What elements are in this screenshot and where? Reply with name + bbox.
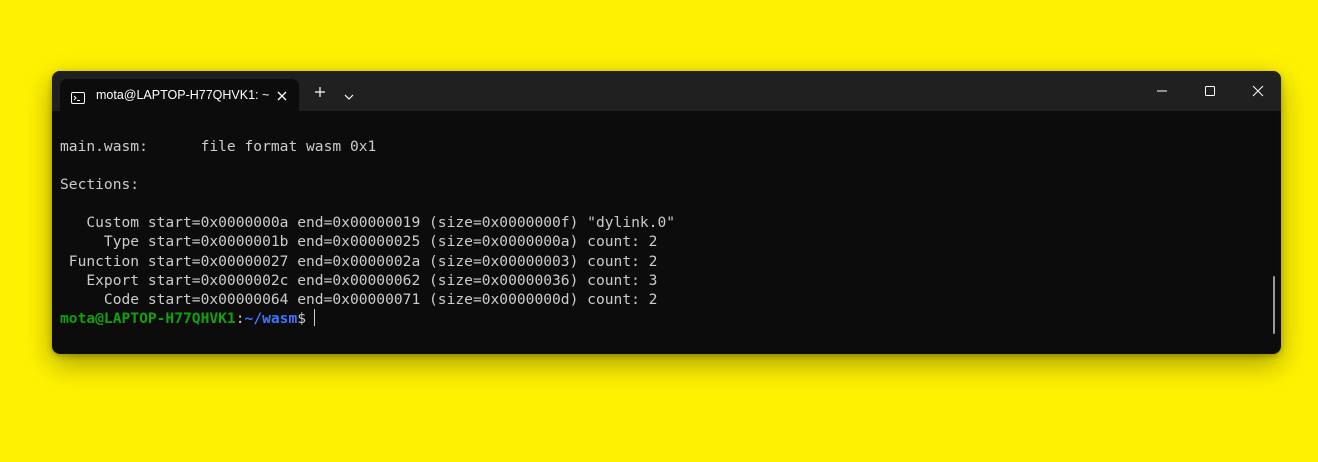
maximize-button[interactable] — [1187, 79, 1233, 103]
prompt-user-host: mota@LAPTOP-H77QHVK1 — [60, 309, 236, 327]
output-line: Custom start=0x0000000a end=0x00000019 (… — [60, 214, 676, 232]
prompt-line[interactable]: mota@LAPTOP-H77QHVK1:~/wasm$ — [60, 308, 1261, 328]
output-line: main.wasm: file format wasm 0x1 — [60, 138, 377, 155]
maximize-icon — [1205, 86, 1215, 96]
tab-title: mota@LAPTOP-H77QHVK1: ~ — [96, 88, 270, 102]
title-bar: mota@LAPTOP-H77QHVK1: ~ — [52, 71, 1281, 111]
output-line: Export start=0x0000002c end=0x00000062 (… — [60, 271, 658, 289]
plus-icon[interactable] — [312, 84, 328, 100]
prompt-path: ~/wasm — [244, 309, 298, 327]
terminal-icon — [71, 89, 85, 104]
close-button[interactable] — [1235, 79, 1281, 103]
tab-close-icon[interactable] — [275, 88, 289, 102]
minimize-button[interactable] — [1139, 79, 1185, 103]
minimize-icon — [1157, 90, 1167, 92]
terminal-output[interactable]: main.wasm: file format wasm 0x1 Sections… — [60, 137, 1261, 354]
terminal-window: mota@LAPTOP-H77QHVK1: ~ main.wasm: file … — [52, 71, 1281, 354]
output-line: Function start=0x00000027 end=0x0000002a… — [60, 252, 658, 270]
output-line: Type start=0x0000001b end=0x00000025 (si… — [60, 233, 658, 251]
output-line: Sections: — [60, 176, 140, 194]
close-icon — [1252, 85, 1264, 97]
tab-terminal[interactable]: mota@LAPTOP-H77QHVK1: ~ — [60, 79, 299, 111]
prompt-symbol: $ — [297, 309, 307, 327]
prompt-separator: : — [235, 309, 245, 327]
text-cursor — [314, 308, 316, 326]
chevron-down-icon[interactable] — [343, 87, 355, 100]
scrollbar[interactable] — [1273, 276, 1275, 334]
output-line: Code start=0x00000064 end=0x00000071 (si… — [60, 290, 658, 308]
